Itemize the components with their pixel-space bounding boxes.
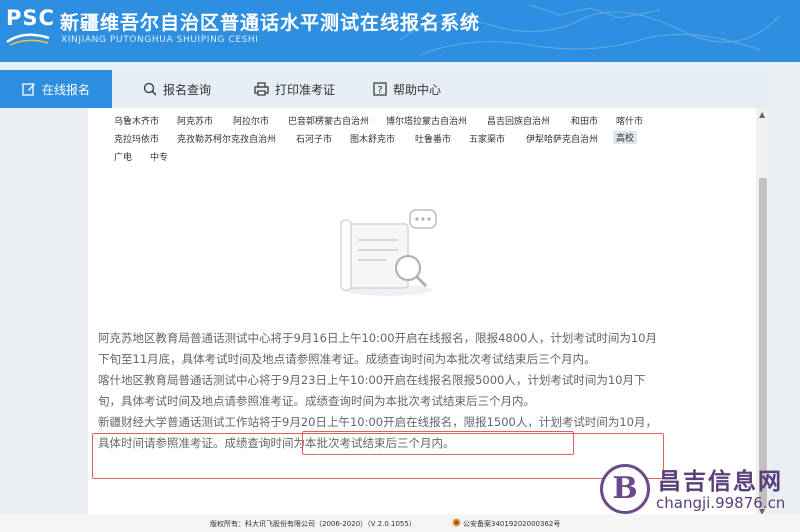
- search-icon: [143, 82, 157, 96]
- region-item[interactable]: 乌鲁木齐市: [114, 114, 159, 127]
- region-item[interactable]: 博尔塔拉蒙古自治州: [386, 114, 467, 127]
- region-item[interactable]: 克拉玛依市: [114, 132, 159, 145]
- printer-icon: [254, 82, 269, 96]
- nav-item-print-ticket[interactable]: 打印准考证: [254, 70, 354, 108]
- logo-swoosh-icon: [6, 33, 50, 46]
- police-badge-icon: [452, 518, 461, 529]
- region-item[interactable]: 喀什市: [616, 114, 643, 127]
- beian-text: 公安备案34019202000362号: [463, 520, 561, 528]
- notice-aksu: 阿克苏地区教育局普通话测试中心将于9月16日上午10:00开启在线报名，限报48…: [98, 331, 657, 366]
- nav-item-help-center[interactable]: ? 帮助中心: [373, 70, 453, 108]
- nav-label: 报名查询: [163, 82, 212, 97]
- region-item[interactable]: 昌吉回族自治州: [487, 114, 550, 127]
- region-item[interactable]: 中专: [150, 150, 168, 163]
- help-icon: ?: [373, 82, 387, 96]
- edit-icon: [22, 83, 35, 96]
- scroll-up-icon[interactable]: ▲: [759, 110, 765, 119]
- watermark-url: changji.99876.cn: [656, 494, 786, 512]
- region-item[interactable]: 五家渠市: [469, 132, 505, 145]
- copyright-text: 版权所有：科大讯飞股份有限公司（2006-2020）（V 2.0.1055）: [210, 520, 416, 528]
- svg-text:?: ?: [377, 85, 382, 96]
- watermark-logo-letter: B: [612, 471, 638, 506]
- app-header: PSC 新疆维吾尔自治区普通话水平测试在线报名系统 XINJIANG PUTON…: [0, 0, 800, 62]
- notice-kashgar: 喀什地区教育局普通话测试中心将于9月23日上午10:00开启在线报名限报5000…: [98, 373, 646, 408]
- main-nav: 在线报名 报名查询 打印准考证 ? 帮助中心: [0, 70, 768, 108]
- empty-document-icon: [340, 209, 437, 296]
- region-item[interactable]: 巴音郭楞蒙古自治州: [288, 114, 369, 127]
- region-item[interactable]: 阿拉尔市: [233, 114, 269, 127]
- page-title: 新疆维吾尔自治区普通话水平测试在线报名系统: [60, 12, 481, 34]
- region-item[interactable]: 阿克苏市: [177, 114, 213, 127]
- highlight-box-inner: [302, 431, 574, 455]
- nav-label: 打印准考证: [275, 82, 336, 97]
- page-subtitle: XINJIANG PUTONGHUA SHUIPING CESHI: [61, 35, 259, 45]
- watermark-name: 昌吉信息网: [658, 469, 783, 495]
- region-item[interactable]: 和田市: [571, 114, 598, 127]
- nav-item-register-query[interactable]: 报名查询: [143, 70, 223, 108]
- scrollbar[interactable]: ▲ ▼: [757, 108, 769, 518]
- region-item[interactable]: 广电: [114, 150, 132, 163]
- watermark: B 昌吉信息网 changji.99876.cn: [598, 458, 800, 518]
- region-item[interactable]: 克孜勒苏柯尔克孜自治州: [177, 132, 276, 145]
- nav-item-online-register[interactable]: 在线报名: [0, 70, 112, 108]
- region-item[interactable]: 伊犁哈萨克自治州: [526, 132, 598, 145]
- region-item[interactable]: 吐鲁番市: [415, 132, 451, 145]
- nav-label: 帮助中心: [393, 82, 442, 97]
- region-item[interactable]: 石河子市: [296, 132, 332, 145]
- region-item-selected[interactable]: 高校: [613, 131, 638, 144]
- psc-logo: PSC: [6, 6, 55, 47]
- nav-label: 在线报名: [42, 82, 91, 97]
- region-item[interactable]: 图木舒克市: [350, 132, 395, 145]
- logo-text: PSC: [6, 6, 55, 30]
- watermark-logo-icon: B: [600, 464, 650, 514]
